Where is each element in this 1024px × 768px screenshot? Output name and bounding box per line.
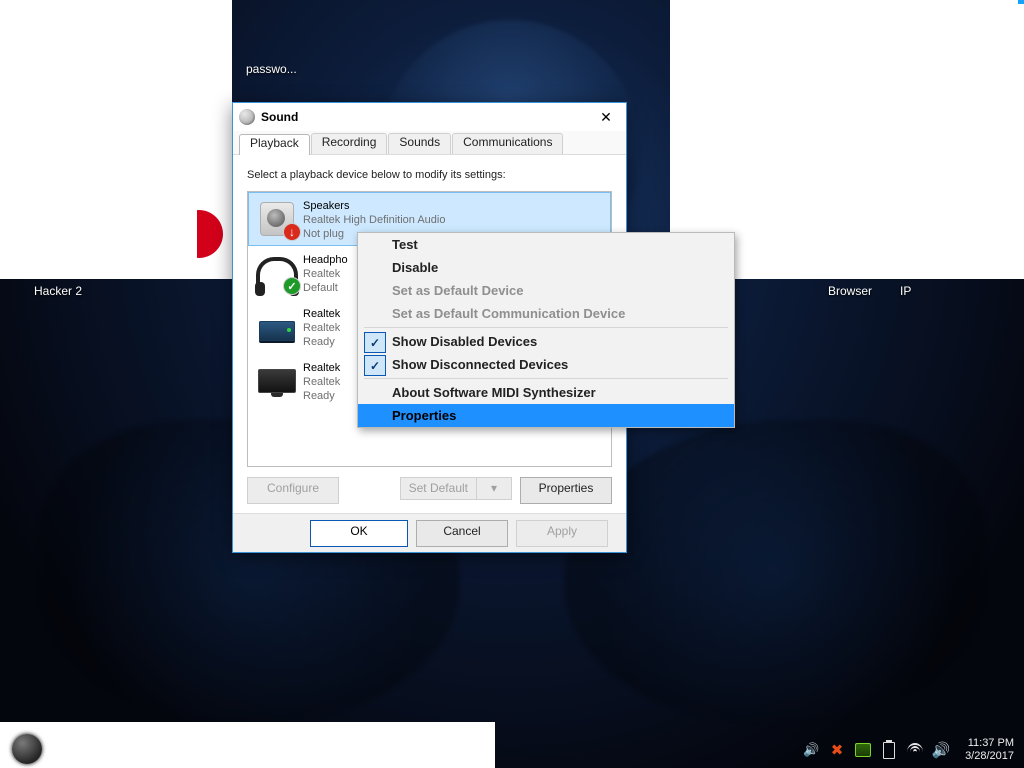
tab-communications[interactable]: Communications <box>452 133 563 154</box>
ctx-separator <box>364 327 728 328</box>
sound-icon <box>239 109 255 125</box>
status-ok-icon: ✓ <box>283 277 301 295</box>
tray-app-icon[interactable]: ✖ <box>829 742 845 758</box>
tray-clock[interactable]: 11:37 PM 3/28/2017 <box>965 737 1014 763</box>
device-subtitle: Realtek <box>303 375 340 389</box>
desktop-icon-ip[interactable]: IP <box>900 284 911 298</box>
close-icon[interactable]: ✕ <box>592 109 620 126</box>
apply-button[interactable]: Apply <box>516 520 608 547</box>
ctx-test[interactable]: Test <box>358 233 734 256</box>
titlebar[interactable]: Sound ✕ <box>233 103 626 131</box>
device-name: Realtek <box>303 307 340 321</box>
desktop-label-fragment: ier <box>195 78 227 92</box>
start-button[interactable] <box>12 734 42 764</box>
tray-battery-icon[interactable] <box>881 742 897 758</box>
device-subtitle: Realtek <box>303 267 348 281</box>
ctx-label: Show Disconnected Devices <box>392 357 568 372</box>
wallpaper-shape <box>564 420 984 720</box>
desktop-icon-fragment <box>197 210 232 258</box>
tray-volume-warning-icon[interactable]: 🔊 <box>803 742 819 758</box>
context-menu: Test Disable Set as Default Device Set a… <box>357 232 735 428</box>
tray-wifi-icon[interactable] <box>907 742 923 758</box>
desktop-label-fragment: st <box>195 62 227 76</box>
speaker-icon: ↓ <box>255 199 299 239</box>
desktop-icon-hacker2[interactable]: Hacker 2 <box>34 284 82 298</box>
device-properties-button[interactable]: Properties <box>520 477 612 504</box>
desktop-label-fragment: ra <box>195 264 227 278</box>
desktop-label-password[interactable]: passwo... <box>246 62 297 76</box>
set-default-label: Set Default <box>401 480 476 497</box>
ctx-show-disabled[interactable]: ✓ Show Disabled Devices <box>358 330 734 353</box>
ctx-show-disconnected[interactable]: ✓ Show Disconnected Devices <box>358 353 734 376</box>
device-subtitle: Realtek <box>303 321 340 335</box>
configure-button[interactable]: Configure <box>247 477 339 504</box>
tab-playback[interactable]: Playback <box>239 134 310 155</box>
cancel-button[interactable]: Cancel <box>416 520 508 547</box>
ctx-properties[interactable]: Properties <box>358 404 734 427</box>
ctx-set-default[interactable]: Set as Default Device <box>358 279 734 302</box>
dialog-title: Sound <box>261 110 298 124</box>
receiver-icon <box>255 307 299 347</box>
accent-strip <box>1018 0 1024 4</box>
desktop-label-fragment: ps <box>195 186 227 200</box>
ctx-label: Show Disabled Devices <box>392 334 537 349</box>
desktop: st ier / ps ra passwo... Hacker 2 Browse… <box>0 0 1024 768</box>
clock-time: 11:37 PM <box>965 737 1014 750</box>
device-name: Headpho <box>303 253 348 267</box>
tab-recording[interactable]: Recording <box>311 133 388 154</box>
desktop-label-fragment: / <box>195 166 227 187</box>
device-status: Ready <box>303 335 340 349</box>
ctx-separator <box>364 378 728 379</box>
tab-strip: Playback Recording Sounds Communications <box>233 131 626 155</box>
ok-button[interactable]: OK <box>310 520 408 547</box>
dialog-footer: OK Cancel Apply <box>233 513 626 552</box>
set-default-button[interactable]: Set Default ▾ <box>400 477 512 500</box>
headphones-icon: ✓ <box>255 253 299 293</box>
redacted-region <box>0 722 495 768</box>
status-down-icon: ↓ <box>283 223 301 241</box>
monitor-icon <box>255 361 299 401</box>
tray-volume-icon[interactable]: 🔊 <box>933 742 949 758</box>
clock-date: 3/28/2017 <box>965 750 1014 763</box>
system-tray: 🔊 ✖ 🔊 11:37 PM 3/28/2017 <box>791 732 1024 768</box>
device-name: Realtek <box>303 361 340 375</box>
tab-sounds[interactable]: Sounds <box>388 133 451 154</box>
chevron-down-icon[interactable]: ▾ <box>476 478 511 499</box>
tray-nvidia-icon[interactable] <box>855 742 871 758</box>
desktop-icon-browser[interactable]: Browser <box>828 284 872 298</box>
device-status: Ready <box>303 389 340 403</box>
ctx-about-midi[interactable]: About Software MIDI Synthesizer <box>358 381 734 404</box>
device-subtitle: Realtek High Definition Audio <box>303 213 445 227</box>
ctx-disable[interactable]: Disable <box>358 256 734 279</box>
device-button-row: Configure Set Default ▾ Properties <box>247 477 612 504</box>
check-icon: ✓ <box>364 355 386 376</box>
check-icon: ✓ <box>364 332 386 353</box>
instruction-text: Select a playback device below to modify… <box>247 169 612 181</box>
device-name: Speakers <box>303 199 445 213</box>
ctx-set-default-comm[interactable]: Set as Default Communication Device <box>358 302 734 325</box>
device-status: Default <box>303 281 348 295</box>
